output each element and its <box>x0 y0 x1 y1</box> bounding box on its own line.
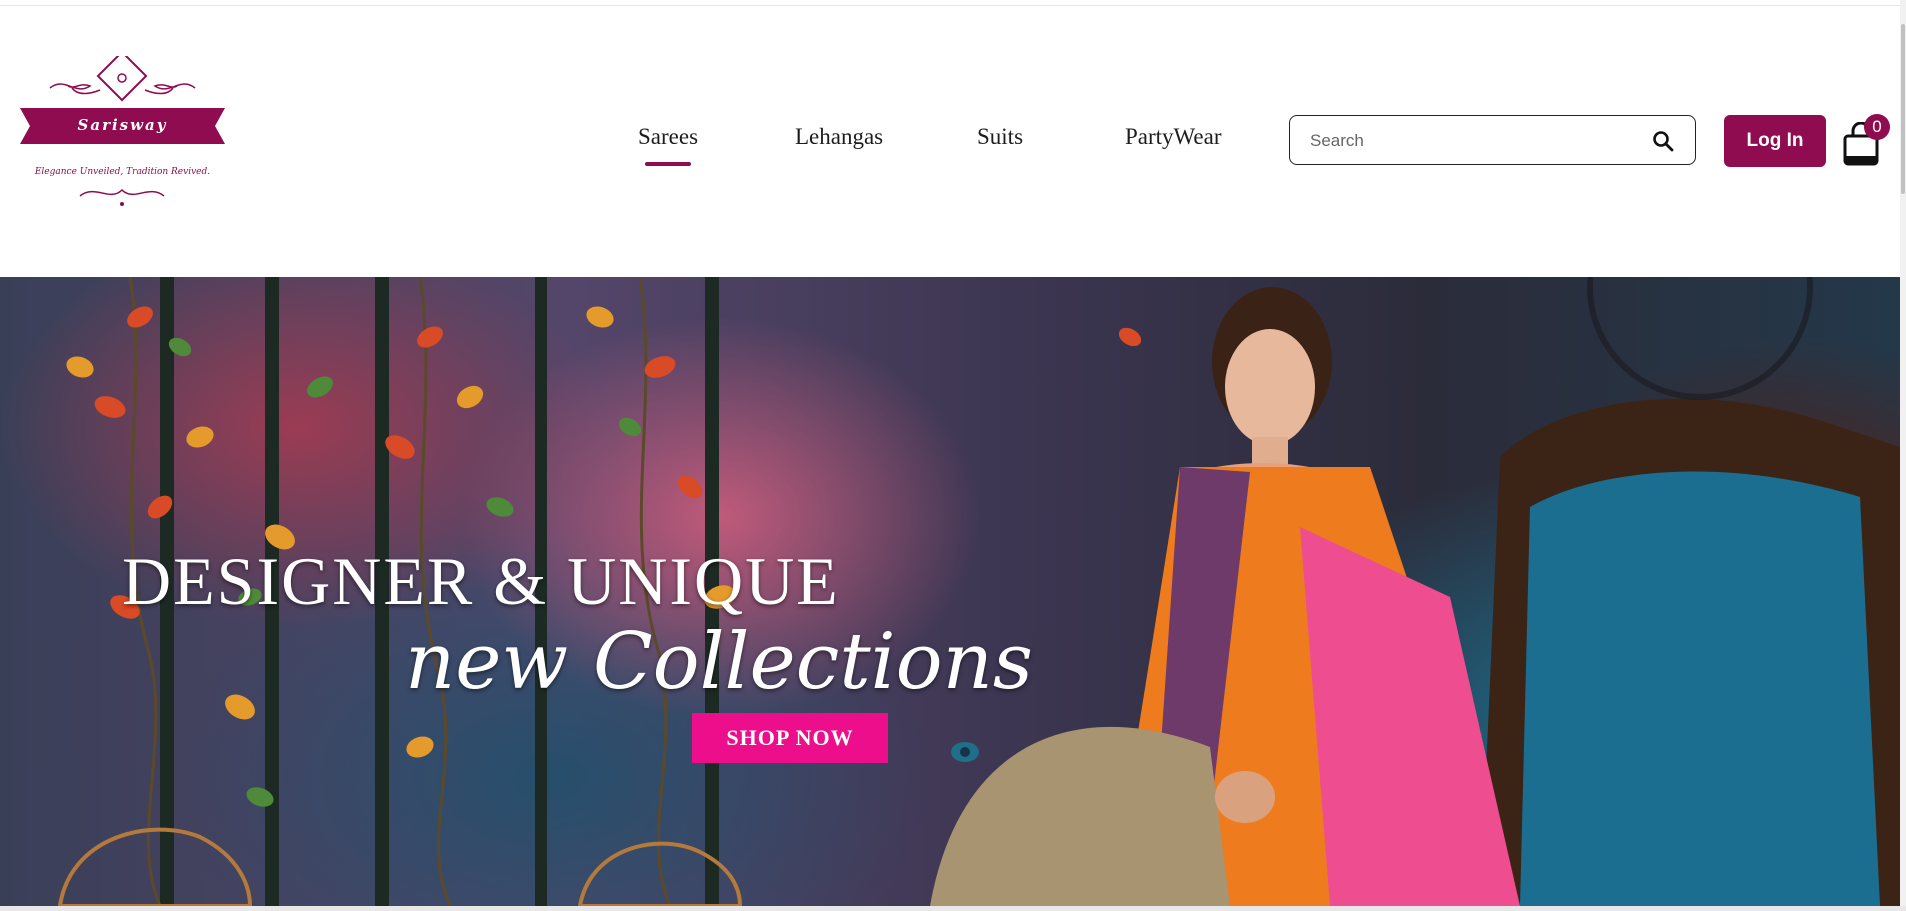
nav-item-suits[interactable]: Suits <box>977 124 1023 150</box>
shop-now-button[interactable]: SHOP NOW <box>692 713 888 763</box>
scrollbar-thumb[interactable] <box>1901 24 1905 194</box>
bottom-border <box>0 906 1906 911</box>
search-input[interactable] <box>1308 128 1642 154</box>
nav-item-partywear[interactable]: PartyWear <box>1125 124 1222 150</box>
search-box <box>1289 115 1696 165</box>
hero-title-line1: DESIGNER & UNIQUE <box>122 543 840 619</box>
hero-banner[interactable]: DESIGNER & UNIQUE new Collections SHOP N… <box>0 277 1900 906</box>
hero-title-line2: new Collections <box>405 617 1033 707</box>
cart-button[interactable]: 0 <box>1840 114 1896 168</box>
nav-item-sarees[interactable]: Sarees <box>638 124 698 166</box>
site-header: Sarisway Elegance Unveiled, Tradition Re… <box>0 6 1900 276</box>
logo-emblem-icon <box>20 56 225 206</box>
nav-item-lehangas[interactable]: Lehangas <box>795 124 883 150</box>
search-icon[interactable] <box>1651 129 1675 153</box>
brand-tagline: Elegance Unveiled, Tradition Revived. <box>34 167 211 177</box>
vertical-scrollbar[interactable] <box>1900 0 1906 911</box>
brand-name: Sarisway <box>77 116 168 134</box>
login-button[interactable]: Log In <box>1724 115 1826 167</box>
brand-logo[interactable]: Sarisway Elegance Unveiled, Tradition Re… <box>20 56 225 216</box>
cart-count-badge: 0 <box>1864 114 1890 140</box>
